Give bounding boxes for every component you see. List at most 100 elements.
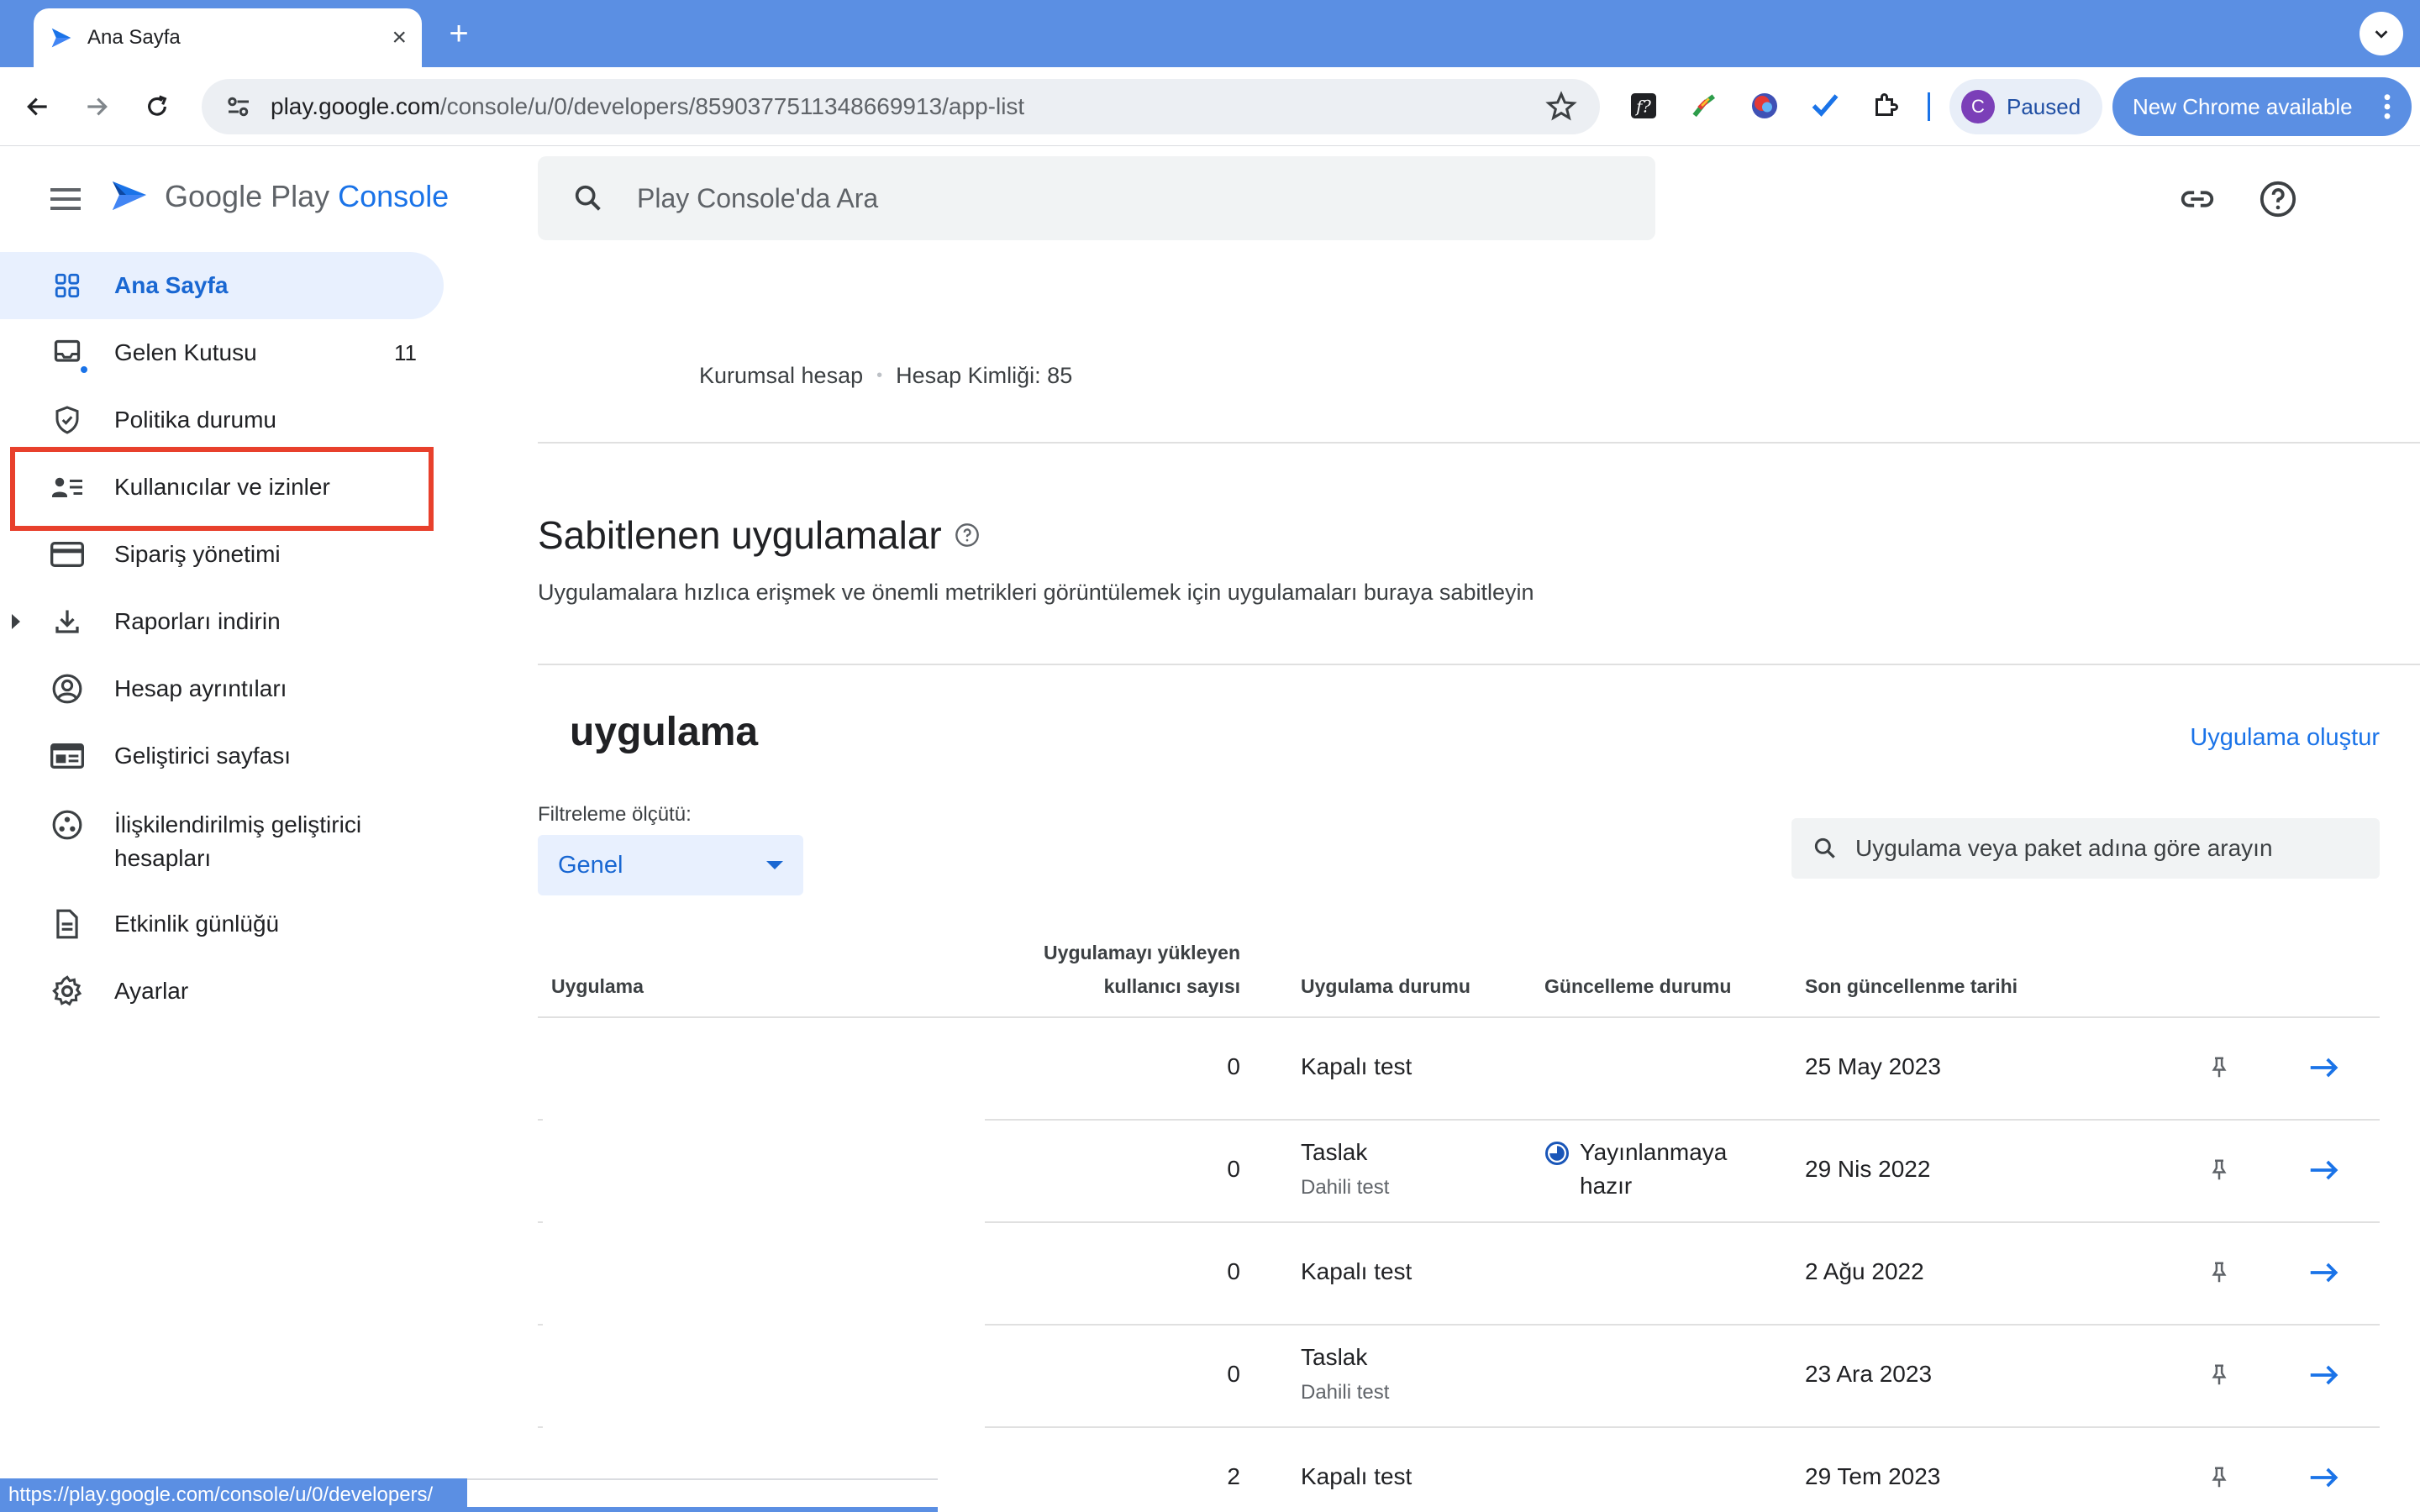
sidebar-item-settings[interactable]: Ayarlar — [0, 958, 444, 1025]
linked-accounts-icon — [50, 808, 84, 842]
account-id: Hesap Kimliği: 85 — [896, 363, 1073, 388]
arrow-forward-icon[interactable] — [2307, 1158, 2341, 1183]
pin-icon[interactable] — [2207, 1055, 2232, 1080]
pending-publish-icon — [1545, 1142, 1569, 1165]
app-status-cell: Taslak Dahili test — [1301, 1344, 1390, 1404]
profile-button[interactable]: C Paused — [1949, 79, 2102, 134]
pin-icon[interactable] — [2207, 1465, 2232, 1490]
sidebar-item-label: Politika durumu — [114, 407, 276, 433]
app-status-cell: Kapalı test — [1301, 1463, 1413, 1489]
forward-arrow-icon[interactable] — [77, 87, 116, 126]
column-header-app[interactable]: Uygulama — [551, 969, 644, 1003]
tab-close-icon[interactable]: × — [392, 25, 407, 50]
filter-dropdown[interactable]: Genel — [538, 835, 803, 895]
arrow-forward-icon[interactable] — [2307, 1055, 2341, 1080]
account-meta: Kurumsal hesap • Hesap Kimliği: 85 — [699, 363, 1072, 389]
play-console-favicon-icon — [51, 28, 71, 48]
sidebar-item-home[interactable]: Ana Sayfa — [0, 252, 444, 319]
last-updated-cell: 25 May 2023 — [1805, 1053, 1941, 1079]
pin-icon[interactable] — [2207, 1158, 2232, 1183]
pin-icon[interactable] — [2207, 1260, 2232, 1285]
divider — [538, 442, 2420, 444]
row-divider-tick — [538, 1426, 543, 1428]
help-circle-icon[interactable] — [954, 522, 981, 549]
gear-icon — [50, 974, 84, 1008]
tab-search-chevron-icon[interactable] — [2360, 12, 2403, 55]
extensions-puzzle-icon[interactable] — [1865, 86, 1906, 126]
sidebar-item-inbox[interactable]: Gelen Kutusu 11 — [0, 319, 444, 386]
extension-fx-icon[interactable]: f? — [1623, 86, 1664, 126]
sidebar-item-linked-developer-accounts[interactable]: İlişkilendirilmiş geliştirici hesapları — [0, 790, 444, 890]
arrow-forward-icon[interactable] — [2307, 1465, 2341, 1490]
account-circle-icon — [50, 672, 84, 706]
filter-label: Filtreleme ölçütü: — [538, 803, 692, 826]
extension-orb-icon[interactable] — [1744, 86, 1785, 126]
sidebar-item-developer-page[interactable]: Geliştirici sayfası — [0, 722, 444, 790]
search-icon — [575, 185, 601, 211]
sidebar-item-account-details[interactable]: Hesap ayrıntıları — [0, 655, 444, 722]
sidebar-item-order-management[interactable]: Sipariş yönetimi — [0, 521, 444, 588]
google-play-console-logo[interactable]: Google Play Console — [109, 176, 449, 217]
address-bar[interactable]: play.google.com/console/u/0/developers/8… — [202, 79, 1600, 134]
link-status-bar: https://play.google.com/console/u/0/deve… — [0, 1478, 467, 1512]
address-url: play.google.com/console/u/0/developers/8… — [271, 93, 1025, 119]
row-divider-tick — [538, 1221, 543, 1223]
extension-check-icon[interactable] — [1805, 86, 1845, 126]
arrow-forward-icon[interactable] — [2307, 1362, 2341, 1388]
avatar: C — [1961, 90, 1995, 123]
arrow-forward-icon[interactable] — [2307, 1260, 2341, 1285]
annotation-highlight-box — [10, 447, 434, 531]
table-header-divider — [538, 1016, 2380, 1018]
app-search-input[interactable]: Uygulama veya paket adına göre arayın — [1791, 818, 2380, 879]
pin-icon[interactable] — [2207, 1362, 2232, 1388]
menu-hamburger-icon[interactable] — [50, 186, 84, 212]
play-console-logo-icon — [113, 181, 146, 210]
sidebar-item-label: İlişkilendirilmiş geliştirici hesapları — [114, 811, 362, 871]
bookmark-star-icon[interactable] — [1544, 90, 1578, 123]
row-divider-tick — [538, 1119, 543, 1121]
sidebar-item-policy-status[interactable]: Politika durumu — [0, 386, 444, 454]
dashboard-grid-icon — [50, 269, 84, 302]
create-app-link[interactable]: Uygulama oluştur — [2190, 724, 2380, 752]
last-updated-cell: 29 Tem 2023 — [1805, 1463, 1941, 1489]
new-chrome-label: New Chrome available — [2133, 93, 2353, 119]
shield-check-icon — [50, 403, 84, 437]
new-chrome-button[interactable]: New Chrome available — [2112, 77, 2412, 136]
new-tab-plus-icon[interactable]: + — [440, 15, 477, 52]
sidebar-item-label: Geliştirici sayfası — [114, 743, 292, 769]
browser-tab-strip: Ana Sayfa × + — [0, 0, 2420, 67]
back-arrow-icon[interactable] — [18, 87, 57, 126]
last-updated-cell: 23 Ara 2023 — [1805, 1361, 1933, 1387]
row-divider — [985, 1426, 2380, 1428]
link-icon[interactable] — [2176, 178, 2218, 220]
row-divider-tick — [538, 1324, 543, 1326]
installs-cell: 2 — [1227, 1463, 1240, 1489]
console-search-placeholder: Play Console'da Ara — [637, 182, 879, 213]
account-type: Kurumsal hesap — [699, 363, 864, 388]
console-search-input[interactable]: Play Console'da Ara — [538, 156, 1655, 240]
app-search-placeholder: Uygulama veya paket adına göre arayın — [1855, 835, 2273, 861]
web-page-icon — [50, 739, 84, 773]
unread-dot — [79, 365, 89, 375]
reload-icon[interactable] — [138, 87, 176, 126]
column-header-last-updated[interactable]: Son güncellenme tarihi — [1805, 969, 2018, 1003]
logo-text: Google Play Console — [165, 179, 450, 213]
sidebar-item-label: Gelen Kutusu — [114, 339, 257, 365]
inbox-count-badge: 11 — [394, 339, 417, 365]
sidebar-item-download-reports[interactable]: Raporları indirin — [0, 588, 444, 655]
column-header-app-status[interactable]: Uygulama durumu — [1301, 969, 1470, 1003]
help-icon[interactable] — [2257, 178, 2299, 220]
site-info-tune-icon[interactable] — [224, 92, 254, 122]
divider — [538, 664, 2420, 665]
column-header-installs[interactable]: Uygulamayı yükleyen kullanıcı sayısı — [992, 936, 1240, 1003]
update-status-cell: Yayınlanmaya hazır — [1544, 1136, 1748, 1203]
expand-triangle-icon[interactable] — [12, 614, 20, 629]
pinned-apps-description: Uygulamalara hızlıca erişmek ve önemli m… — [538, 580, 1534, 605]
browser-tab-active[interactable]: Ana Sayfa × — [34, 8, 422, 67]
row-divider — [985, 1221, 2380, 1223]
app-status-cell: Kapalı test — [1301, 1258, 1413, 1284]
column-header-update-status[interactable]: Güncelleme durumu — [1544, 969, 1731, 1003]
sidebar-item-activity-log[interactable]: Etkinlik günlüğü — [0, 890, 444, 958]
sidebar-item-label: Ana Sayfa — [114, 272, 229, 298]
extension-colorpick-icon[interactable] — [1684, 86, 1724, 126]
